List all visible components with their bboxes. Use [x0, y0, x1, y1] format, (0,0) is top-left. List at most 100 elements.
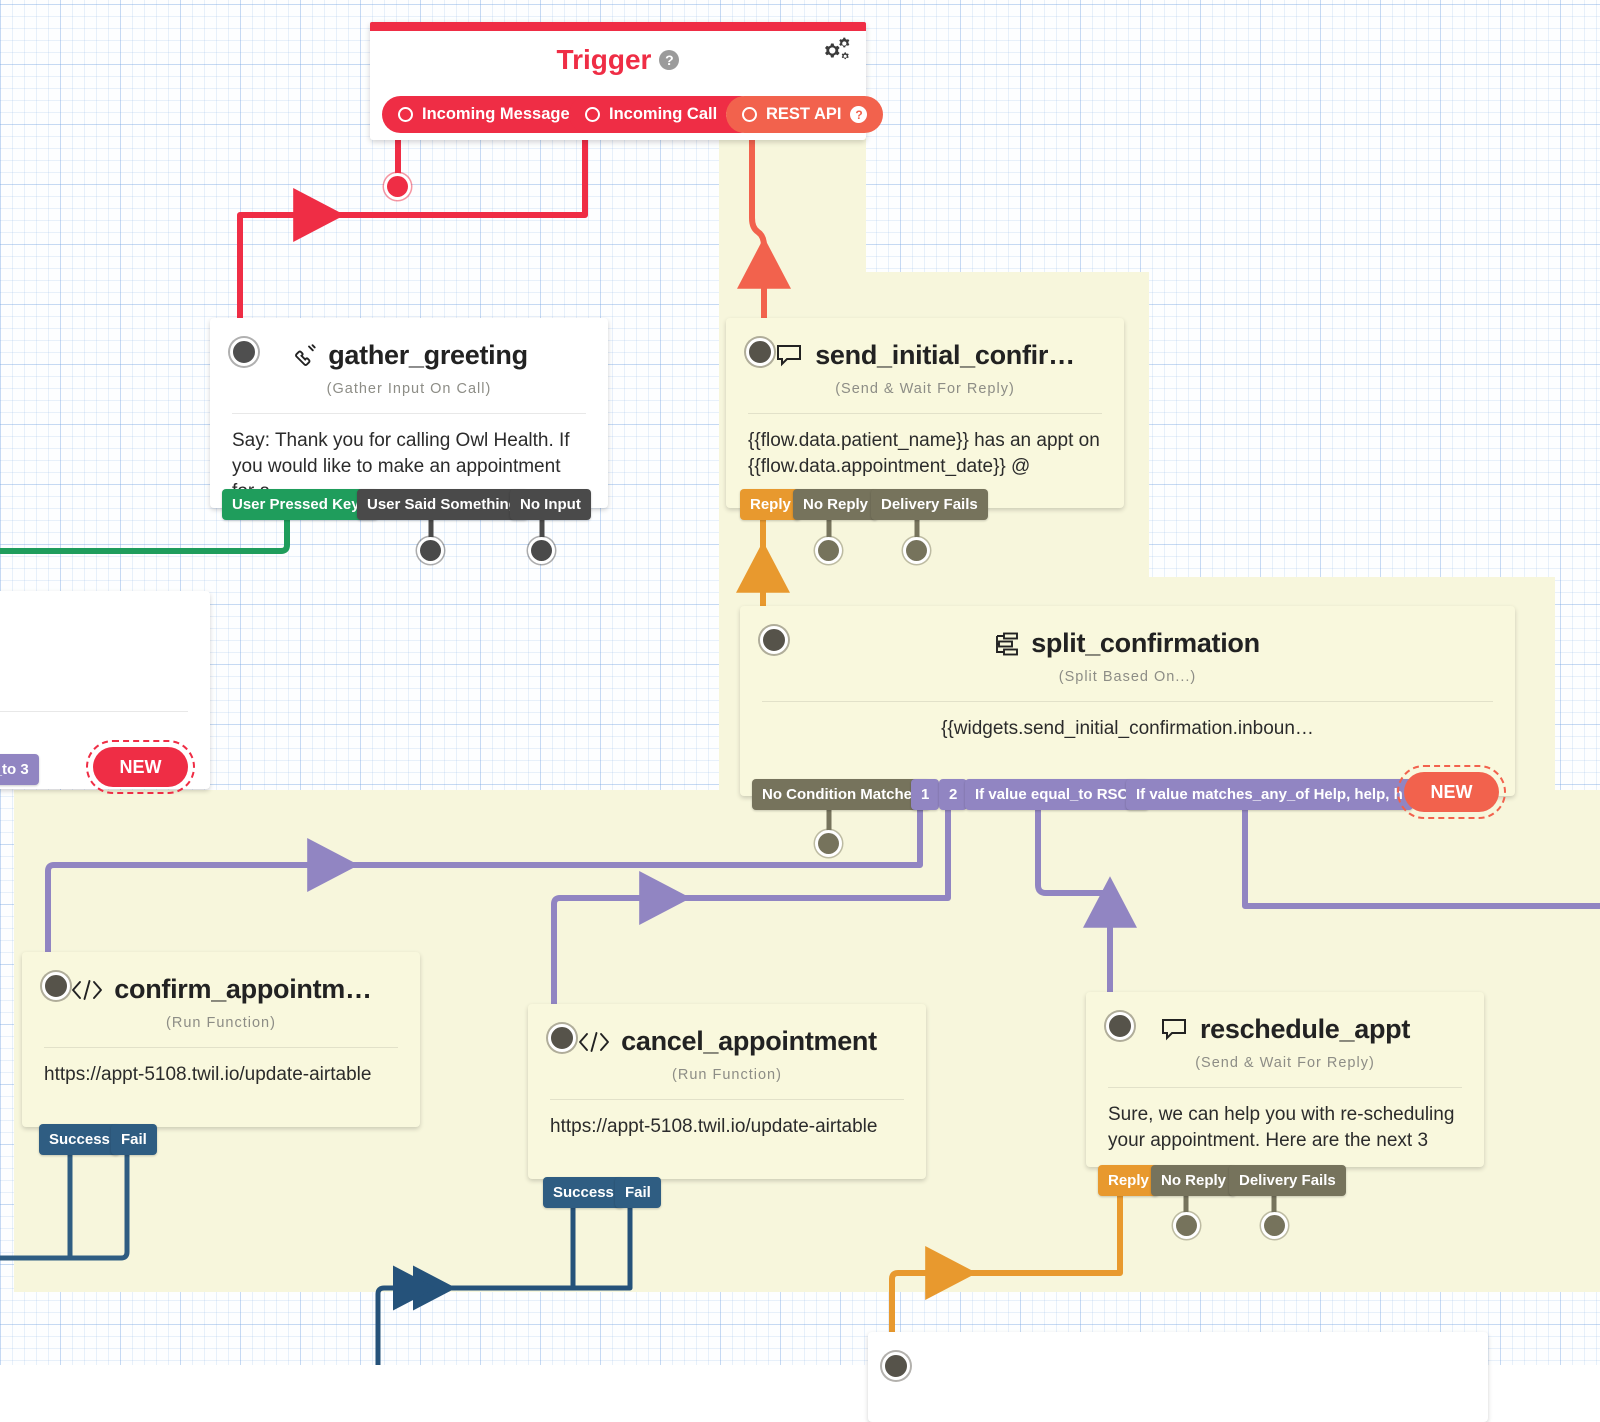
- pill-label: Delivery Fails: [881, 496, 978, 513]
- pill-label: ual_to 3: [0, 761, 29, 778]
- widget-confirm-appointment[interactable]: confirm_appointm… (Run Function) https:/…: [22, 952, 420, 1127]
- widget-input-node[interactable]: [230, 338, 258, 366]
- page-title: Trigger: [556, 44, 652, 75]
- widget-type: (Split Based On...): [1058, 669, 1197, 685]
- output-condition-2[interactable]: 2: [939, 779, 968, 810]
- output-user-pressed-keys[interactable]: User Pressed Keys: [222, 489, 378, 520]
- pill-label: Reply: [1108, 1172, 1149, 1189]
- widget-input-node[interactable]: [1106, 1012, 1134, 1040]
- chat-bubble-icon: [1160, 1017, 1190, 1043]
- widget-type: (Gather Input On Call): [326, 381, 492, 397]
- connector-endpoint-no-reply[interactable]: [818, 540, 839, 561]
- widget-title: send_initial_confir…: [815, 340, 1075, 370]
- output-no-input[interactable]: No Input: [510, 489, 591, 520]
- widget-title-row: reschedule_appt: [1086, 992, 1484, 1045]
- output-reschedule-delivery-fails[interactable]: Delivery Fails: [1229, 1165, 1346, 1196]
- pill-label: No Condition Matches: [762, 786, 921, 803]
- output-reply[interactable]: Reply: [740, 489, 801, 520]
- connector-endpoint-delivery-fails[interactable]: [906, 540, 927, 561]
- output-cancel-success[interactable]: Success: [543, 1177, 624, 1208]
- widget-input-node[interactable]: [882, 1352, 910, 1380]
- radio-icon: [398, 107, 413, 122]
- output-condition-1[interactable]: 1: [911, 779, 940, 810]
- widget-type: (Run Function): [166, 1015, 276, 1031]
- widget-title-row: send_initial_confir…: [726, 318, 1124, 371]
- output-confirm-success[interactable]: Success: [39, 1124, 120, 1155]
- new-button-inner: NEW: [1404, 772, 1499, 812]
- pill-label: User Pressed Keys: [232, 496, 368, 513]
- widget-title: gather_greeting: [328, 340, 528, 370]
- split-icon: [995, 631, 1021, 657]
- connector-endpoint-no-input[interactable]: [531, 540, 552, 561]
- widget-input-node[interactable]: [746, 338, 774, 366]
- connector-endpoint-reschedule-no-reply[interactable]: [1176, 1215, 1197, 1236]
- widget-body-text: {{flow.data.patient_name}} has an appt o…: [748, 430, 1100, 477]
- connector-endpoint-reschedule-delivery-fails[interactable]: [1264, 1215, 1285, 1236]
- radio-icon: [742, 107, 757, 122]
- pill-label: Fail: [625, 1184, 651, 1201]
- pill-label: Delivery Fails: [1239, 1172, 1336, 1189]
- output-no-reply[interactable]: No Reply: [793, 489, 879, 520]
- widget-title: confirm_appointm…: [114, 974, 372, 1004]
- widget-title: split_confirmation: [1031, 628, 1260, 658]
- new-button-label: NEW: [1430, 781, 1473, 802]
- pill-label: Fail: [121, 1131, 147, 1148]
- connector-endpoint-no-condition-matches[interactable]: [818, 833, 839, 854]
- add-transition-button-left[interactable]: NEW: [86, 740, 195, 794]
- widget-title-row: split_confirmation: [740, 606, 1515, 659]
- widget-title: cancel_appointment: [621, 1026, 877, 1056]
- trigger-output-label: REST API: [766, 105, 842, 123]
- widget-cancel-appointment[interactable]: cancel_appointment (Run Function) https:…: [528, 1004, 926, 1179]
- widget-title-row: confirm_appointm…: [22, 952, 420, 1005]
- pill-label: Success: [553, 1184, 614, 1201]
- widget-title: reschedule_appt: [1199, 1014, 1411, 1044]
- widget-type: (Send & Wait For Reply): [1195, 1055, 1375, 1071]
- widget-body-text: https://appt-5108.twil.io/update-airtabl…: [44, 1064, 372, 1085]
- connector-endpoint-incoming-message[interactable]: [387, 176, 408, 197]
- output-condition-equal-to-rsch[interactable]: If value equal_to RSCH: [965, 779, 1150, 810]
- widget-type: (Send & Wait For Reply): [835, 381, 1015, 397]
- widget-reschedule-appt[interactable]: reschedule_appt (Send & Wait For Reply) …: [1086, 992, 1484, 1167]
- output-confirm-fail[interactable]: Fail: [111, 1124, 157, 1155]
- widget-title-row: gather_greeting: [210, 318, 608, 371]
- output-cancel-fail[interactable]: Fail: [615, 1177, 661, 1208]
- output-no-condition-matches[interactable]: No Condition Matches: [752, 779, 931, 810]
- connector-endpoint-user-said-something[interactable]: [420, 540, 441, 561]
- output-condition-matches-any-of-help[interactable]: If value matches_any_of Help, help, h: [1126, 779, 1413, 810]
- widget-input-node[interactable]: [548, 1024, 576, 1052]
- pill-label: No Reply: [1161, 1172, 1227, 1189]
- code-icon: [70, 978, 104, 1002]
- widget-input-node[interactable]: [42, 972, 70, 1000]
- widget-send-initial-confirmation[interactable]: send_initial_confir… (Send & Wait For Re…: [726, 318, 1124, 508]
- add-transition-button-split[interactable]: NEW: [1397, 765, 1506, 819]
- radio-icon: [585, 107, 600, 122]
- output-user-said-something[interactable]: User Said Something: [357, 489, 528, 520]
- widget-input-node[interactable]: [760, 626, 788, 654]
- code-icon: [577, 1030, 611, 1054]
- help-circle-icon[interactable]: ?: [850, 106, 868, 123]
- offscreen-condition-pill[interactable]: ual_to 3: [0, 754, 39, 785]
- trigger-output-label: Incoming Message: [422, 105, 570, 123]
- widget-gather-greeting[interactable]: gather_greeting (Gather Input On Call) S…: [210, 318, 608, 508]
- pill-label: Success: [49, 1131, 110, 1148]
- widget-body-text: Sure, we can help you with re-scheduling…: [1108, 1104, 1455, 1151]
- pill-label: 2: [949, 786, 958, 803]
- output-delivery-fails[interactable]: Delivery Fails: [871, 489, 988, 520]
- widget-partial-bottom[interactable]: [868, 1332, 1488, 1422]
- phone-gather-icon: [290, 342, 318, 370]
- new-button-label: NEW: [119, 756, 162, 777]
- help-circle-icon[interactable]: ?: [659, 50, 680, 70]
- pill-label: User Said Something: [367, 496, 518, 513]
- pill-label: No Reply: [803, 496, 869, 513]
- output-reschedule-reply[interactable]: Reply: [1098, 1165, 1159, 1196]
- widget-type: (Run Function): [672, 1067, 782, 1083]
- chat-bubble-icon: [775, 343, 805, 369]
- new-button-inner: NEW: [93, 747, 188, 787]
- trigger-output-rest-api[interactable]: REST API ?: [726, 96, 884, 133]
- widget-body-text: https://appt-5108.twil.io/update-airtabl…: [550, 1116, 878, 1137]
- pill-label: No Input: [520, 496, 581, 513]
- pill-label: If value matches_any_of Help, help, h: [1136, 786, 1403, 803]
- gears-icon[interactable]: [818, 34, 852, 69]
- output-reschedule-no-reply[interactable]: No Reply: [1151, 1165, 1237, 1196]
- widget-split-confirmation[interactable]: split_confirmation (Split Based On...) {…: [740, 606, 1515, 796]
